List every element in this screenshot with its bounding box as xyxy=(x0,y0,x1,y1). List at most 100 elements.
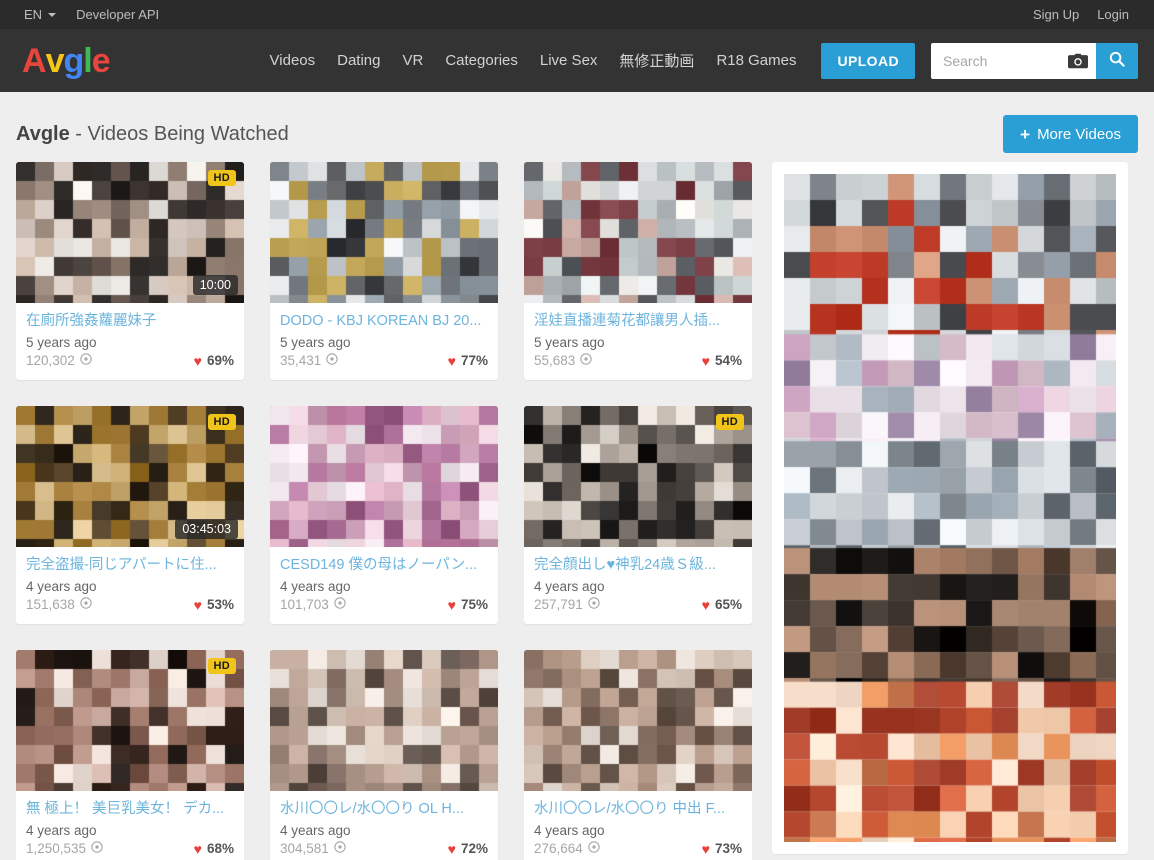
language-label: EN xyxy=(24,7,43,22)
video-stats: 304,581 ♥ 72% xyxy=(280,841,488,856)
views-icon xyxy=(580,353,592,368)
view-count: 1,250,535 xyxy=(26,841,103,856)
video-thumbnail[interactable]: HD 03:45:03 xyxy=(16,406,244,548)
view-count: 35,431 xyxy=(280,353,338,368)
developer-api-link[interactable]: Developer API xyxy=(66,0,169,29)
video-thumbnail[interactable] xyxy=(270,162,498,303)
more-videos-button[interactable]: + More Videos xyxy=(1003,115,1138,153)
video-title[interactable]: 在廁所強姦蘿麗妹子 xyxy=(26,312,234,330)
search-field-wrapper xyxy=(931,42,1096,79)
nav-item-0[interactable]: Videos xyxy=(259,52,327,69)
rating: ♥ 72% xyxy=(448,841,488,856)
video-card[interactable]: HD 無 極上！ 美巨乳美女！ デカ... 4 years ago 1,250,535… xyxy=(16,650,244,860)
video-thumbnail[interactable]: HD 10:00 xyxy=(16,162,244,303)
content-area: HD 10:00 在廁所強姦蘿麗妹子 5 years ago 120,302 ♥ 69% DO… xyxy=(0,156,1154,860)
video-title[interactable]: 無 極上！ 美巨乳美女！ デカ... xyxy=(26,800,234,818)
view-count-value: 101,703 xyxy=(280,597,329,613)
rating-value: 77% xyxy=(460,353,488,369)
video-card[interactable]: 水川〇〇レ/水〇〇り 中出 F... 4 years ago 276,664 ♥ 73% xyxy=(524,650,752,860)
views-icon xyxy=(334,841,346,856)
video-title[interactable]: 水川〇〇レ/水〇〇り 中出 F... xyxy=(534,800,742,818)
camera-icon[interactable] xyxy=(1068,53,1088,69)
views-icon xyxy=(91,841,103,856)
video-title[interactable]: 淫娃直播連菊花都讓男人插... xyxy=(534,312,742,330)
nav-item-5[interactable]: 無修正動画 xyxy=(608,50,705,71)
video-meta: 在廁所強姦蘿麗妹子 5 years ago 120,302 ♥ 69% xyxy=(16,303,244,380)
video-card[interactable]: HD 完全顔出し♥神乳24歳Ｓ級... 4 years ago 257,791 ♥ 65% xyxy=(524,406,752,625)
plus-icon: + xyxy=(1020,124,1031,144)
video-title[interactable]: 完全顔出し♥神乳24歳Ｓ級... xyxy=(534,556,742,574)
video-card[interactable]: HD 10:00 在廁所強姦蘿麗妹子 5 years ago 120,302 ♥ 69% xyxy=(16,162,244,381)
logo-letter-3: l xyxy=(83,41,93,80)
video-title[interactable]: 完全盗撮-同じアパートに住... xyxy=(26,556,234,574)
rating-value: 69% xyxy=(206,353,234,369)
site-logo[interactable]: Avgle xyxy=(16,41,111,80)
video-thumbnail[interactable]: HD xyxy=(16,650,244,792)
video-card[interactable]: HD 03:45:03 完全盗撮-同じアパートに住... 4 years ago 151… xyxy=(16,406,244,625)
search-bar xyxy=(931,42,1138,79)
video-card[interactable]: 淫娃直播連菊花都讓男人插... 5 years ago 55,683 ♥ 54% xyxy=(524,162,752,381)
rating-value: 53% xyxy=(206,597,234,613)
page-title: Avgle - Videos Being Watched xyxy=(16,123,289,146)
video-meta: 無 極上！ 美巨乳美女！ デカ... 4 years ago 1,250,535 ♥ 6… xyxy=(16,791,244,860)
upload-button[interactable]: UPLOAD xyxy=(821,42,915,79)
video-age: 4 years ago xyxy=(534,823,605,839)
thumbnail-image xyxy=(270,162,498,303)
login-link[interactable]: Login xyxy=(1088,0,1138,29)
language-selector[interactable]: EN xyxy=(16,0,66,29)
heart-icon: ♥ xyxy=(701,352,710,369)
logo-letter-1: v xyxy=(45,41,65,80)
rating: ♥ 65% xyxy=(702,597,742,612)
view-count-value: 276,664 xyxy=(534,841,583,857)
video-thumbnail[interactable] xyxy=(524,162,752,303)
hd-badge: HD xyxy=(715,414,744,431)
advertisement-banner[interactable] xyxy=(772,162,1128,854)
logo-letter-0: A xyxy=(22,41,47,80)
hd-badge: HD xyxy=(207,170,236,186)
video-thumbnail[interactable] xyxy=(524,650,752,792)
sign-up-link[interactable]: Sign Up xyxy=(1024,0,1088,29)
video-stats: 101,703 ♥ 75% xyxy=(280,597,488,612)
view-count-value: 151,638 xyxy=(26,597,75,613)
nav-item-3[interactable]: Categories xyxy=(434,52,529,69)
video-title[interactable]: DODO - KBJ KOREAN BJ 20... xyxy=(280,312,488,330)
video-meta: 水川〇〇レ/水〇〇り 中出 F... 4 years ago 276,664 ♥ 73% xyxy=(524,791,752,860)
nav-item-4[interactable]: Live Sex xyxy=(529,52,609,69)
primary-nav-links: Videos Dating VR Categories Live Sex 無修正動画 R18… xyxy=(259,50,808,71)
video-title[interactable]: CESD149 僕の母はノーパン... xyxy=(280,556,488,574)
view-count: 257,791 xyxy=(534,597,600,612)
view-count: 55,683 xyxy=(534,353,592,368)
video-thumbnail[interactable]: HD xyxy=(524,406,752,548)
view-count-value: 120,302 xyxy=(26,353,75,369)
thumbnail-image xyxy=(270,650,498,792)
video-card[interactable]: CESD149 僕の母はノーパン... 4 years ago 101,703 ♥ 75… xyxy=(270,406,498,625)
video-stats: 120,302 ♥ 69% xyxy=(26,353,234,368)
video-age: 4 years ago xyxy=(26,823,97,839)
nav-item-6[interactable]: R18 Games xyxy=(705,52,807,69)
chevron-down-icon xyxy=(48,12,57,17)
search-button[interactable] xyxy=(1096,42,1138,79)
magnifier-icon xyxy=(1109,51,1125,70)
rating-value: 54% xyxy=(714,353,742,369)
topbar-right-group: Sign Up Login xyxy=(1024,0,1138,29)
nav-item-1[interactable]: Dating xyxy=(326,52,391,69)
nav-item-2[interactable]: VR xyxy=(391,52,434,69)
video-title[interactable]: 水川〇〇レ/水〇〇り OL H... xyxy=(280,800,488,818)
video-age: 4 years ago xyxy=(280,823,351,839)
video-card[interactable]: 水川〇〇レ/水〇〇り OL H... 4 years ago 304,581 ♥ 72% xyxy=(270,650,498,860)
thumbnail-image xyxy=(524,650,752,792)
video-card[interactable]: DODO - KBJ KOREAN BJ 20... 5 years ago 35,… xyxy=(270,162,498,381)
rating-value: 73% xyxy=(714,841,742,857)
view-count-value: 257,791 xyxy=(534,597,583,613)
views-icon xyxy=(326,353,338,368)
rating-value: 68% xyxy=(206,841,234,857)
video-stats: 257,791 ♥ 65% xyxy=(534,597,742,612)
video-thumbnail[interactable] xyxy=(270,650,498,792)
heart-icon: ♥ xyxy=(701,840,710,857)
video-thumbnail[interactable] xyxy=(270,406,498,548)
logo-letter-4: e xyxy=(91,41,111,80)
rating-value: 72% xyxy=(460,841,488,857)
video-stats: 1,250,535 ♥ 68% xyxy=(26,841,234,856)
video-age: 5 years ago xyxy=(26,335,97,351)
video-age: 5 years ago xyxy=(534,335,605,351)
